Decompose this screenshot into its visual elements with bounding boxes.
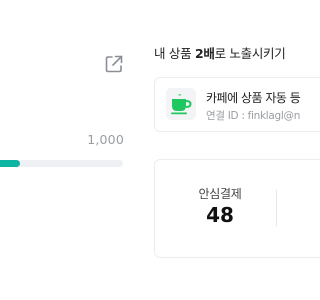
coffee-cup-icon [171, 94, 192, 115]
stat-label-safe-payment: 안심결제 [198, 187, 242, 201]
progress-fill [0, 160, 20, 167]
stat-value-safe-payment: 48 [206, 203, 234, 227]
progress-max-label: 1,000 [87, 132, 124, 147]
section-title: 내 상품 2배로 노출시키기 [154, 43, 286, 62]
cafe-link-account: 연결 ID : finklagl@n [206, 110, 301, 122]
stat-divider [276, 190, 277, 226]
section-title-part1: 내 상품 [154, 46, 195, 61]
external-link-icon[interactable] [103, 53, 125, 75]
section-title-part2: 로 노출시키기 [214, 46, 286, 61]
left-panel: 1,000 [0, 0, 140, 300]
section-title-bold: 2배 [194, 46, 215, 61]
cafe-link-name: 카페에 상품 자동 등 [206, 91, 301, 105]
